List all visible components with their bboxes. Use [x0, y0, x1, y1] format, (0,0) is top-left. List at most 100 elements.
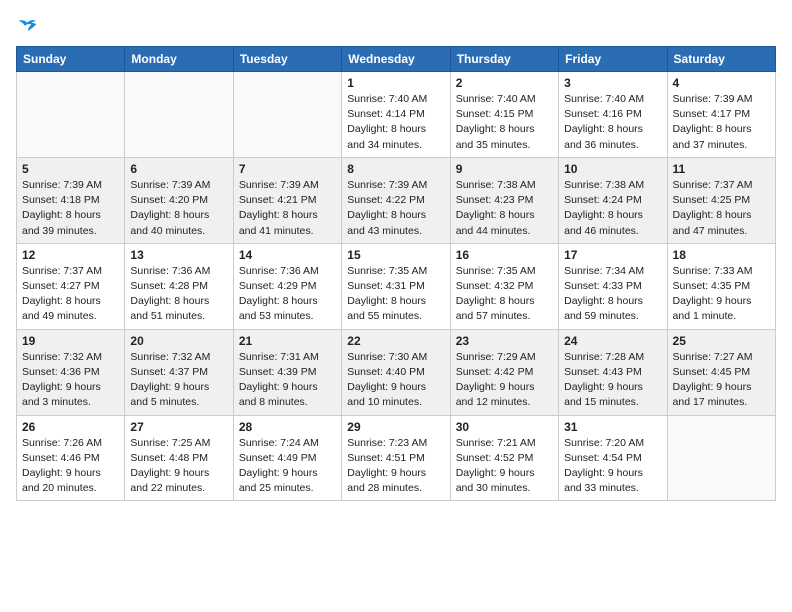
day-info: Sunrise: 7:36 AM Sunset: 4:28 PM Dayligh… [130, 264, 227, 325]
calendar-cell [667, 415, 775, 501]
day-info: Sunrise: 7:39 AM Sunset: 4:18 PM Dayligh… [22, 178, 119, 239]
calendar-cell: 29 Sunrise: 7:23 AM Sunset: 4:51 PM Dayli… [342, 415, 450, 501]
day-number: 10 [564, 162, 661, 176]
day-info: Sunrise: 7:38 AM Sunset: 4:24 PM Dayligh… [564, 178, 661, 239]
calendar-cell: 14 Sunrise: 7:36 AM Sunset: 4:29 PM Dayli… [233, 243, 341, 329]
header-sunday: Sunday [17, 47, 125, 72]
page-header [16, 16, 776, 36]
calendar-cell: 12Sunrise: 7:37 AM Sunset: 4:27 PM Dayli… [17, 243, 125, 329]
calendar-cell: 7Sunrise: 7:39 AM Sunset: 4:21 PM Daylig… [233, 157, 341, 243]
day-info: Sunrise: 7:21 AM Sunset: 4:52 PM Dayligh… [456, 436, 553, 497]
calendar-cell: 2 Sunrise: 7:40 AM Sunset: 4:15 PM Daylig… [450, 72, 558, 158]
calendar-cell [17, 72, 125, 158]
calendar-cell: 23 Sunrise: 7:29 AM Sunset: 4:42 PM Dayli… [450, 329, 558, 415]
day-info: Sunrise: 7:24 AM Sunset: 4:49 PM Dayligh… [239, 436, 336, 497]
day-info: Sunrise: 7:28 AM Sunset: 4:43 PM Dayligh… [564, 350, 661, 411]
day-info: Sunrise: 7:40 AM Sunset: 4:14 PM Dayligh… [347, 92, 444, 153]
calendar-cell: 20 Sunrise: 7:32 AM Sunset: 4:37 PM Dayli… [125, 329, 233, 415]
calendar-cell: 21Sunrise: 7:31 AM Sunset: 4:39 PM Dayli… [233, 329, 341, 415]
day-info: Sunrise: 7:35 AM Sunset: 4:31 PM Dayligh… [347, 264, 444, 325]
day-number: 4 [673, 76, 770, 90]
calendar-cell: 18Sunrise: 7:33 AM Sunset: 4:35 PM Dayli… [667, 243, 775, 329]
day-number: 16 [456, 248, 553, 262]
header-wednesday: Wednesday [342, 47, 450, 72]
calendar-cell: 8 Sunrise: 7:39 AM Sunset: 4:22 PM Daylig… [342, 157, 450, 243]
calendar-cell: 1 Sunrise: 7:40 AM Sunset: 4:14 PM Daylig… [342, 72, 450, 158]
day-info: Sunrise: 7:20 AM Sunset: 4:54 PM Dayligh… [564, 436, 661, 497]
day-number: 19 [22, 334, 119, 348]
calendar-cell: 13 Sunrise: 7:36 AM Sunset: 4:28 PM Dayli… [125, 243, 233, 329]
calendar-cell: 24Sunrise: 7:28 AM Sunset: 4:43 PM Dayli… [559, 329, 667, 415]
calendar-cell: 6 Sunrise: 7:39 AM Sunset: 4:20 PM Daylig… [125, 157, 233, 243]
calendar-cell: 26 Sunrise: 7:26 AM Sunset: 4:46 PM Dayli… [17, 415, 125, 501]
day-info: Sunrise: 7:39 AM Sunset: 4:17 PM Dayligh… [673, 92, 770, 153]
day-number: 12 [22, 248, 119, 262]
calendar-cell: 19 Sunrise: 7:32 AM Sunset: 4:36 PM Dayli… [17, 329, 125, 415]
day-number: 2 [456, 76, 553, 90]
day-number: 6 [130, 162, 227, 176]
calendar-cell: 30 Sunrise: 7:21 AM Sunset: 4:52 PM Dayli… [450, 415, 558, 501]
day-number: 8 [347, 162, 444, 176]
day-number: 18 [673, 248, 770, 262]
day-number: 25 [673, 334, 770, 348]
day-number: 9 [456, 162, 553, 176]
day-number: 11 [673, 162, 770, 176]
calendar-week-row: 12Sunrise: 7:37 AM Sunset: 4:27 PM Dayli… [17, 243, 776, 329]
logo [16, 16, 38, 36]
calendar-cell: 31 Sunrise: 7:20 AM Sunset: 4:54 PM Dayli… [559, 415, 667, 501]
day-info: Sunrise: 7:29 AM Sunset: 4:42 PM Dayligh… [456, 350, 553, 411]
calendar-cell: 4 Sunrise: 7:39 AM Sunset: 4:17 PM Daylig… [667, 72, 775, 158]
calendar-cell: 16 Sunrise: 7:35 AM Sunset: 4:32 PM Dayli… [450, 243, 558, 329]
day-number: 26 [22, 420, 119, 434]
day-number: 29 [347, 420, 444, 434]
header-tuesday: Tuesday [233, 47, 341, 72]
day-info: Sunrise: 7:25 AM Sunset: 4:48 PM Dayligh… [130, 436, 227, 497]
header-saturday: Saturday [667, 47, 775, 72]
day-info: Sunrise: 7:39 AM Sunset: 4:20 PM Dayligh… [130, 178, 227, 239]
day-number: 28 [239, 420, 336, 434]
calendar-cell: 15 Sunrise: 7:35 AM Sunset: 4:31 PM Dayli… [342, 243, 450, 329]
calendar-cell: 3 Sunrise: 7:40 AM Sunset: 4:16 PM Daylig… [559, 72, 667, 158]
day-number: 31 [564, 420, 661, 434]
calendar-cell: 17 Sunrise: 7:34 AM Sunset: 4:33 PM Dayli… [559, 243, 667, 329]
day-info: Sunrise: 7:32 AM Sunset: 4:36 PM Dayligh… [22, 350, 119, 411]
calendar-cell: 25Sunrise: 7:27 AM Sunset: 4:45 PM Dayli… [667, 329, 775, 415]
day-info: Sunrise: 7:40 AM Sunset: 4:16 PM Dayligh… [564, 92, 661, 153]
calendar-cell: 9 Sunrise: 7:38 AM Sunset: 4:23 PM Daylig… [450, 157, 558, 243]
day-number: 17 [564, 248, 661, 262]
calendar-week-row: 19 Sunrise: 7:32 AM Sunset: 4:36 PM Dayli… [17, 329, 776, 415]
day-number: 27 [130, 420, 227, 434]
day-info: Sunrise: 7:26 AM Sunset: 4:46 PM Dayligh… [22, 436, 119, 497]
day-info: Sunrise: 7:35 AM Sunset: 4:32 PM Dayligh… [456, 264, 553, 325]
day-number: 1 [347, 76, 444, 90]
day-number: 14 [239, 248, 336, 262]
day-info: Sunrise: 7:34 AM Sunset: 4:33 PM Dayligh… [564, 264, 661, 325]
day-number: 7 [239, 162, 336, 176]
header-monday: Monday [125, 47, 233, 72]
calendar-cell: 28 Sunrise: 7:24 AM Sunset: 4:49 PM Dayli… [233, 415, 341, 501]
day-number: 15 [347, 248, 444, 262]
day-number: 5 [22, 162, 119, 176]
calendar-cell [233, 72, 341, 158]
calendar-week-row: 1 Sunrise: 7:40 AM Sunset: 4:14 PM Daylig… [17, 72, 776, 158]
day-number: 20 [130, 334, 227, 348]
calendar-cell: 10 Sunrise: 7:38 AM Sunset: 4:24 PM Dayli… [559, 157, 667, 243]
calendar-cell [125, 72, 233, 158]
day-info: Sunrise: 7:23 AM Sunset: 4:51 PM Dayligh… [347, 436, 444, 497]
day-info: Sunrise: 7:30 AM Sunset: 4:40 PM Dayligh… [347, 350, 444, 411]
calendar-cell: 27 Sunrise: 7:25 AM Sunset: 4:48 PM Dayli… [125, 415, 233, 501]
day-number: 30 [456, 420, 553, 434]
header-thursday: Thursday [450, 47, 558, 72]
day-number: 23 [456, 334, 553, 348]
calendar-week-row: 5 Sunrise: 7:39 AM Sunset: 4:18 PM Daylig… [17, 157, 776, 243]
day-number: 3 [564, 76, 661, 90]
day-info: Sunrise: 7:38 AM Sunset: 4:23 PM Dayligh… [456, 178, 553, 239]
day-number: 22 [347, 334, 444, 348]
day-info: Sunrise: 7:36 AM Sunset: 4:29 PM Dayligh… [239, 264, 336, 325]
day-number: 13 [130, 248, 227, 262]
day-number: 21 [239, 334, 336, 348]
day-info: Sunrise: 7:39 AM Sunset: 4:22 PM Dayligh… [347, 178, 444, 239]
day-info: Sunrise: 7:40 AM Sunset: 4:15 PM Dayligh… [456, 92, 553, 153]
day-info: Sunrise: 7:32 AM Sunset: 4:37 PM Dayligh… [130, 350, 227, 411]
calendar-cell: 22 Sunrise: 7:30 AM Sunset: 4:40 PM Dayli… [342, 329, 450, 415]
